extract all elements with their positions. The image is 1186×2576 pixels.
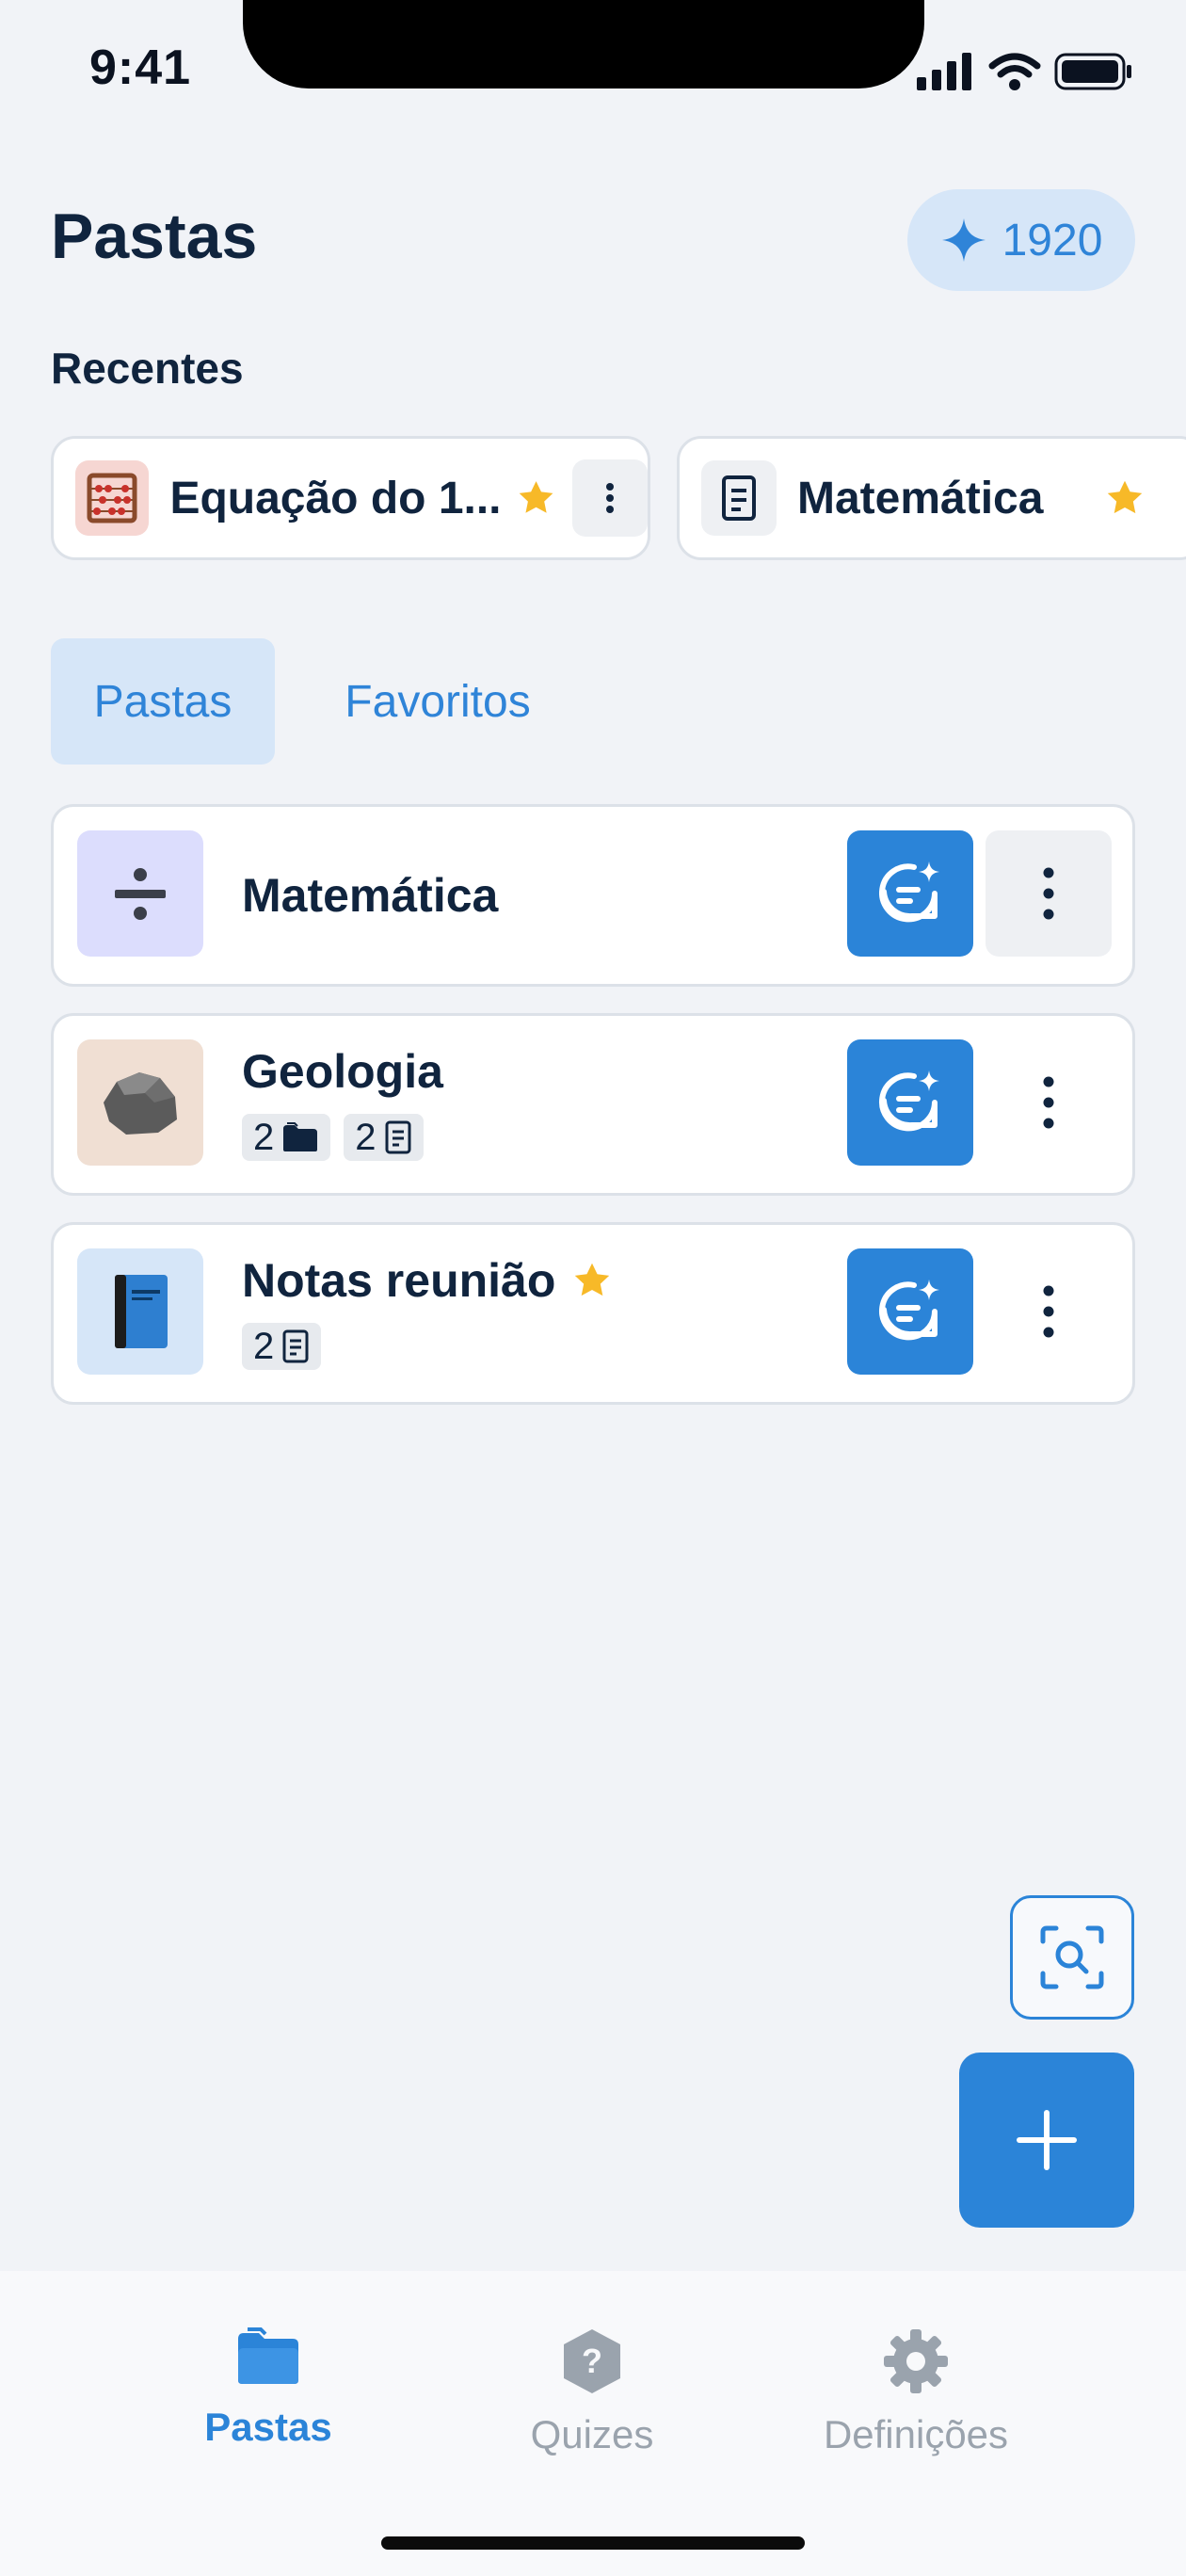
ai-chat-icon [879, 1280, 939, 1341]
folder-row[interactable]: Geologia 2 2 [51, 1013, 1135, 1196]
status-icons [917, 49, 1133, 94]
folder-more-button[interactable] [986, 1248, 1112, 1375]
tab-pastas[interactable]: Pastas [51, 638, 275, 765]
gear-icon [884, 2329, 948, 2393]
subfolder-count: 2 [253, 1116, 275, 1158]
quiz-icon: ? [564, 2329, 620, 2393]
rock-icon [77, 1039, 203, 1166]
nav-label: Quizes [530, 2412, 654, 2456]
plus-icon [1017, 2110, 1077, 2170]
note-count: 2 [355, 1116, 377, 1158]
star-icon [1108, 480, 1143, 514]
more-vertical-icon [1043, 867, 1054, 920]
star-icon [575, 1263, 610, 1296]
note-count: 2 [253, 1325, 275, 1367]
note-count-chip: 2 [344, 1114, 424, 1161]
coins-badge[interactable]: 1920 [907, 189, 1135, 291]
folder-more-button[interactable] [986, 1039, 1112, 1166]
bottom-nav: Pastas ? Quizes Definições [0, 2271, 1186, 2576]
folder-meta: 2 [242, 1323, 322, 1370]
coins-count: 1920 [1002, 215, 1103, 266]
signal-icon [917, 53, 971, 90]
nav-label: Definições [823, 2412, 1009, 2456]
star-icon [519, 481, 553, 513]
ai-chat-button[interactable] [847, 1248, 973, 1375]
divide-icon [77, 830, 203, 957]
wifi-icon [988, 53, 1041, 90]
nav-item-pastas[interactable]: Pastas [127, 2327, 409, 2450]
folder-more-button[interactable] [986, 830, 1112, 957]
folder-name-text: Geologia [242, 1045, 443, 1098]
abacus-icon [75, 460, 150, 536]
device-notch [243, 0, 924, 89]
folder-name-text: Notas reunião [242, 1254, 556, 1307]
status-time: 9:41 [89, 40, 192, 95]
svg-text:?: ? [582, 2342, 602, 2380]
subfolder-count-chip: 2 [242, 1114, 331, 1161]
folder-name: Matemática [242, 868, 498, 923]
recent-item-mathematics[interactable]: Matemática [677, 436, 1186, 560]
scan-search-icon [1040, 1925, 1104, 1989]
ai-chat-button[interactable] [847, 1039, 973, 1166]
book-icon [77, 1248, 203, 1375]
folder-meta: 2 2 [242, 1114, 424, 1161]
folder-name: Notas reunião [242, 1253, 614, 1308]
document-icon [282, 1329, 309, 1363]
ai-chat-icon [879, 1071, 939, 1132]
nav-item-definicoes[interactable]: Definições [775, 2327, 1057, 2457]
more-vertical-icon [1043, 1285, 1054, 1338]
ai-chat-icon [879, 861, 939, 923]
recent-item-equation[interactable]: Equação do 1... [51, 436, 650, 560]
scan-button[interactable] [1010, 1895, 1134, 2020]
ai-chat-button[interactable] [847, 830, 973, 957]
folder-icon [238, 2327, 298, 2384]
recent-heading: Recentes [51, 344, 244, 393]
document-icon [385, 1120, 410, 1154]
recent-item-label: Matemática [797, 473, 1044, 523]
recent-item-label: Equação do 1... [169, 473, 502, 523]
nav-item-quizes[interactable]: ? Quizes [451, 2327, 733, 2457]
more-vertical-icon [1043, 1076, 1054, 1129]
recent-more-button[interactable] [571, 459, 648, 537]
folder-row[interactable]: Matemática [51, 804, 1135, 987]
more-vertical-icon [605, 483, 614, 513]
page-title: Pastas [51, 201, 258, 272]
home-indicator [381, 2536, 805, 2550]
add-button[interactable] [959, 2053, 1134, 2228]
folder-name-text: Matemática [242, 869, 499, 922]
note-count-chip: 2 [242, 1323, 322, 1370]
tab-favoritos[interactable]: Favoritos [311, 638, 565, 765]
folder-icon [283, 1122, 318, 1151]
sparkle-icon [941, 218, 986, 262]
document-icon [701, 460, 777, 536]
folder-name: Geologia [242, 1044, 443, 1099]
nav-label: Pastas [204, 2405, 332, 2449]
folder-row[interactable]: Notas reunião 2 [51, 1222, 1135, 1405]
battery-icon [1054, 53, 1131, 90]
